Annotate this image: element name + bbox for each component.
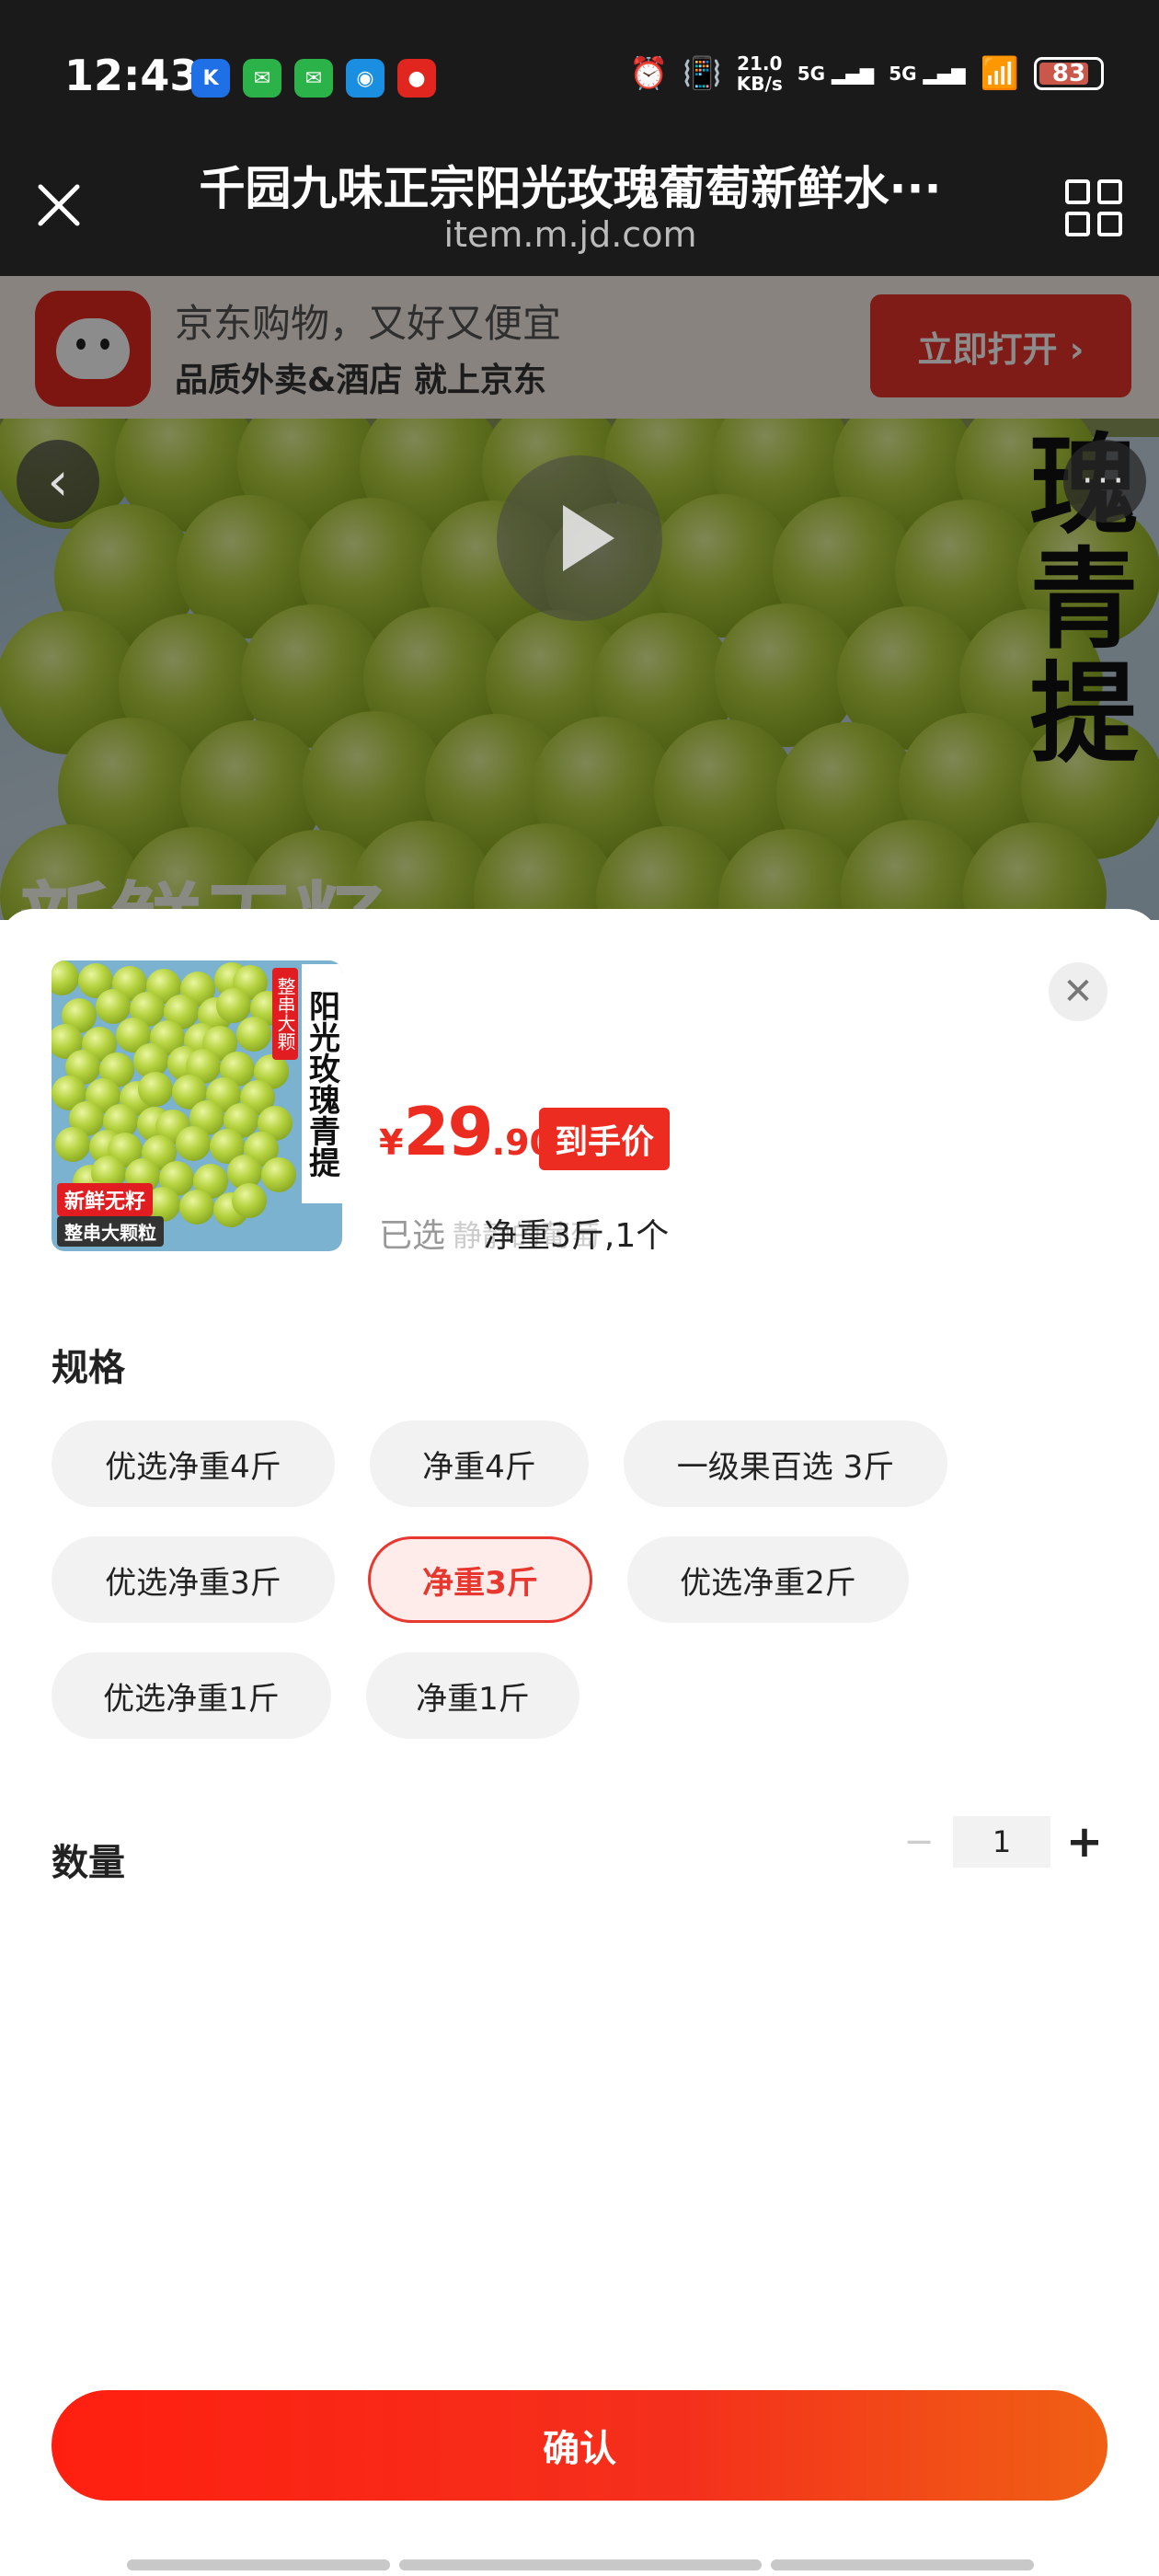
- notification-icons: K ✉ ✉ ◉ ●: [191, 59, 436, 98]
- selected-value: 净重3斤,1个: [484, 1217, 670, 1255]
- battery-level: 83: [1051, 60, 1086, 87]
- spec-option[interactable]: 优选净重3斤: [52, 1536, 335, 1623]
- quantity-title: 数量: [52, 1842, 125, 1884]
- k-app-icon: K: [191, 59, 230, 98]
- status-time: 12:43: [64, 51, 200, 100]
- page-url: item.m.jd.com: [443, 214, 697, 255]
- signal-bars-icon: ▂▄▆: [923, 63, 966, 85]
- vibrate-icon: 📳: [683, 55, 722, 92]
- thumbnail-grape: [236, 1017, 271, 1052]
- spec-option[interactable]: 优选净重4斤: [52, 1420, 335, 1507]
- thumbnail-grape: [232, 1183, 267, 1218]
- menu-grid-icon[interactable]: [1065, 179, 1122, 236]
- spec-title: 规格: [52, 1347, 125, 1389]
- play-video-icon[interactable]: [497, 455, 662, 621]
- thumbnail-grape: [179, 1190, 214, 1225]
- quantity-input[interactable]: 1: [953, 1816, 1050, 1868]
- selected-label: 已选: [379, 1217, 446, 1255]
- signal-5g-1: 5G ▂▄▆: [798, 63, 874, 85]
- thumbnail-grape: [55, 1127, 90, 1162]
- spec-option-selected[interactable]: 净重3斤: [368, 1536, 592, 1623]
- spec-selection-sheet: 整串大颗 阳光玫瑰青提 新鲜无籽 整串大颗粒 ✕ ¥ 29 .90 到手价 已选…: [0, 909, 1159, 2576]
- network-speed-value: 21.0: [737, 52, 783, 75]
- confirm-button[interactable]: 确认: [52, 2390, 1107, 2501]
- gesture-nav-bar: [127, 2559, 1034, 2570]
- wechat-icon: ✉: [243, 59, 281, 98]
- thumbnail-grape: [176, 1126, 211, 1161]
- thumbnail-grape: [261, 1157, 296, 1192]
- decrement-button[interactable]: −: [896, 1821, 942, 1863]
- close-sheet-button[interactable]: ✕: [1049, 962, 1107, 1021]
- more-icon[interactable]: ···: [1063, 440, 1146, 523]
- spec-option[interactable]: 净重1斤: [366, 1652, 580, 1739]
- spec-option[interactable]: 优选净重2斤: [627, 1536, 909, 1623]
- final-price-badge: 到手价: [539, 1108, 670, 1170]
- spec-option[interactable]: 一级果百选 3斤: [624, 1420, 947, 1507]
- jd-notif-icon: ●: [397, 59, 436, 98]
- thumbnail-badge-bunch: 整串大颗粒: [57, 1216, 164, 1247]
- browser-title-bar: 千园九味正宗阳光玫瑰葡萄新鲜水··· item.m.jd.com: [0, 152, 1159, 276]
- system-status: ⏰ 📳 21.0 KB/s 5G ▂▄▆ 5G ▂▄▆ 📶 83: [629, 53, 1104, 94]
- thumbnail-title: 阳光玫瑰青提: [302, 964, 342, 1203]
- signal-bars-icon: ▂▄▆: [832, 63, 875, 85]
- battery-icon: 83: [1034, 57, 1104, 90]
- qq-icon: ◉: [346, 59, 384, 98]
- increment-button[interactable]: +: [1061, 1816, 1107, 1868]
- signal-label-1: 5G: [797, 63, 826, 85]
- spec-option[interactable]: 优选净重1斤: [52, 1652, 331, 1739]
- price-integer: 29: [403, 1093, 493, 1170]
- spec-option[interactable]: 净重4斤: [370, 1420, 589, 1507]
- price-currency: ¥: [379, 1122, 404, 1163]
- thumbnail-grape: [138, 1072, 173, 1107]
- thumbnail-tag: 整串大颗: [272, 968, 298, 1060]
- close-icon[interactable]: [33, 179, 85, 231]
- signal-5g-2: 5G ▂▄▆: [889, 63, 965, 85]
- signal-label-2: 5G: [889, 63, 917, 85]
- thumbnail-grape: [52, 960, 79, 995]
- wechat-icon: ✉: [294, 59, 333, 98]
- quantity-stepper: − 1 +: [896, 1816, 1107, 1868]
- price: ¥ 29 .90: [379, 1093, 554, 1170]
- thumbnail-badge-seedless: 新鲜无籽: [57, 1183, 154, 1216]
- alarm-icon: ⏰: [629, 55, 669, 92]
- product-thumbnail: 整串大颗 阳光玫瑰青提 新鲜无籽 整串大颗粒: [52, 960, 342, 1251]
- back-arrow-icon[interactable]: ‹: [17, 440, 99, 523]
- page-title: 千园九味正宗阳光玫瑰葡萄新鲜水···: [199, 162, 942, 215]
- network-speed-unit: KB/s: [736, 73, 783, 95]
- wifi-icon: 📶: [980, 55, 1019, 92]
- network-speed: 21.0 KB/s: [737, 53, 783, 94]
- status-bar: 12:43 K ✉ ✉ ◉ ● ⏰ 📳 21.0 KB/s 5G ▂▄▆ 5G …: [0, 0, 1159, 152]
